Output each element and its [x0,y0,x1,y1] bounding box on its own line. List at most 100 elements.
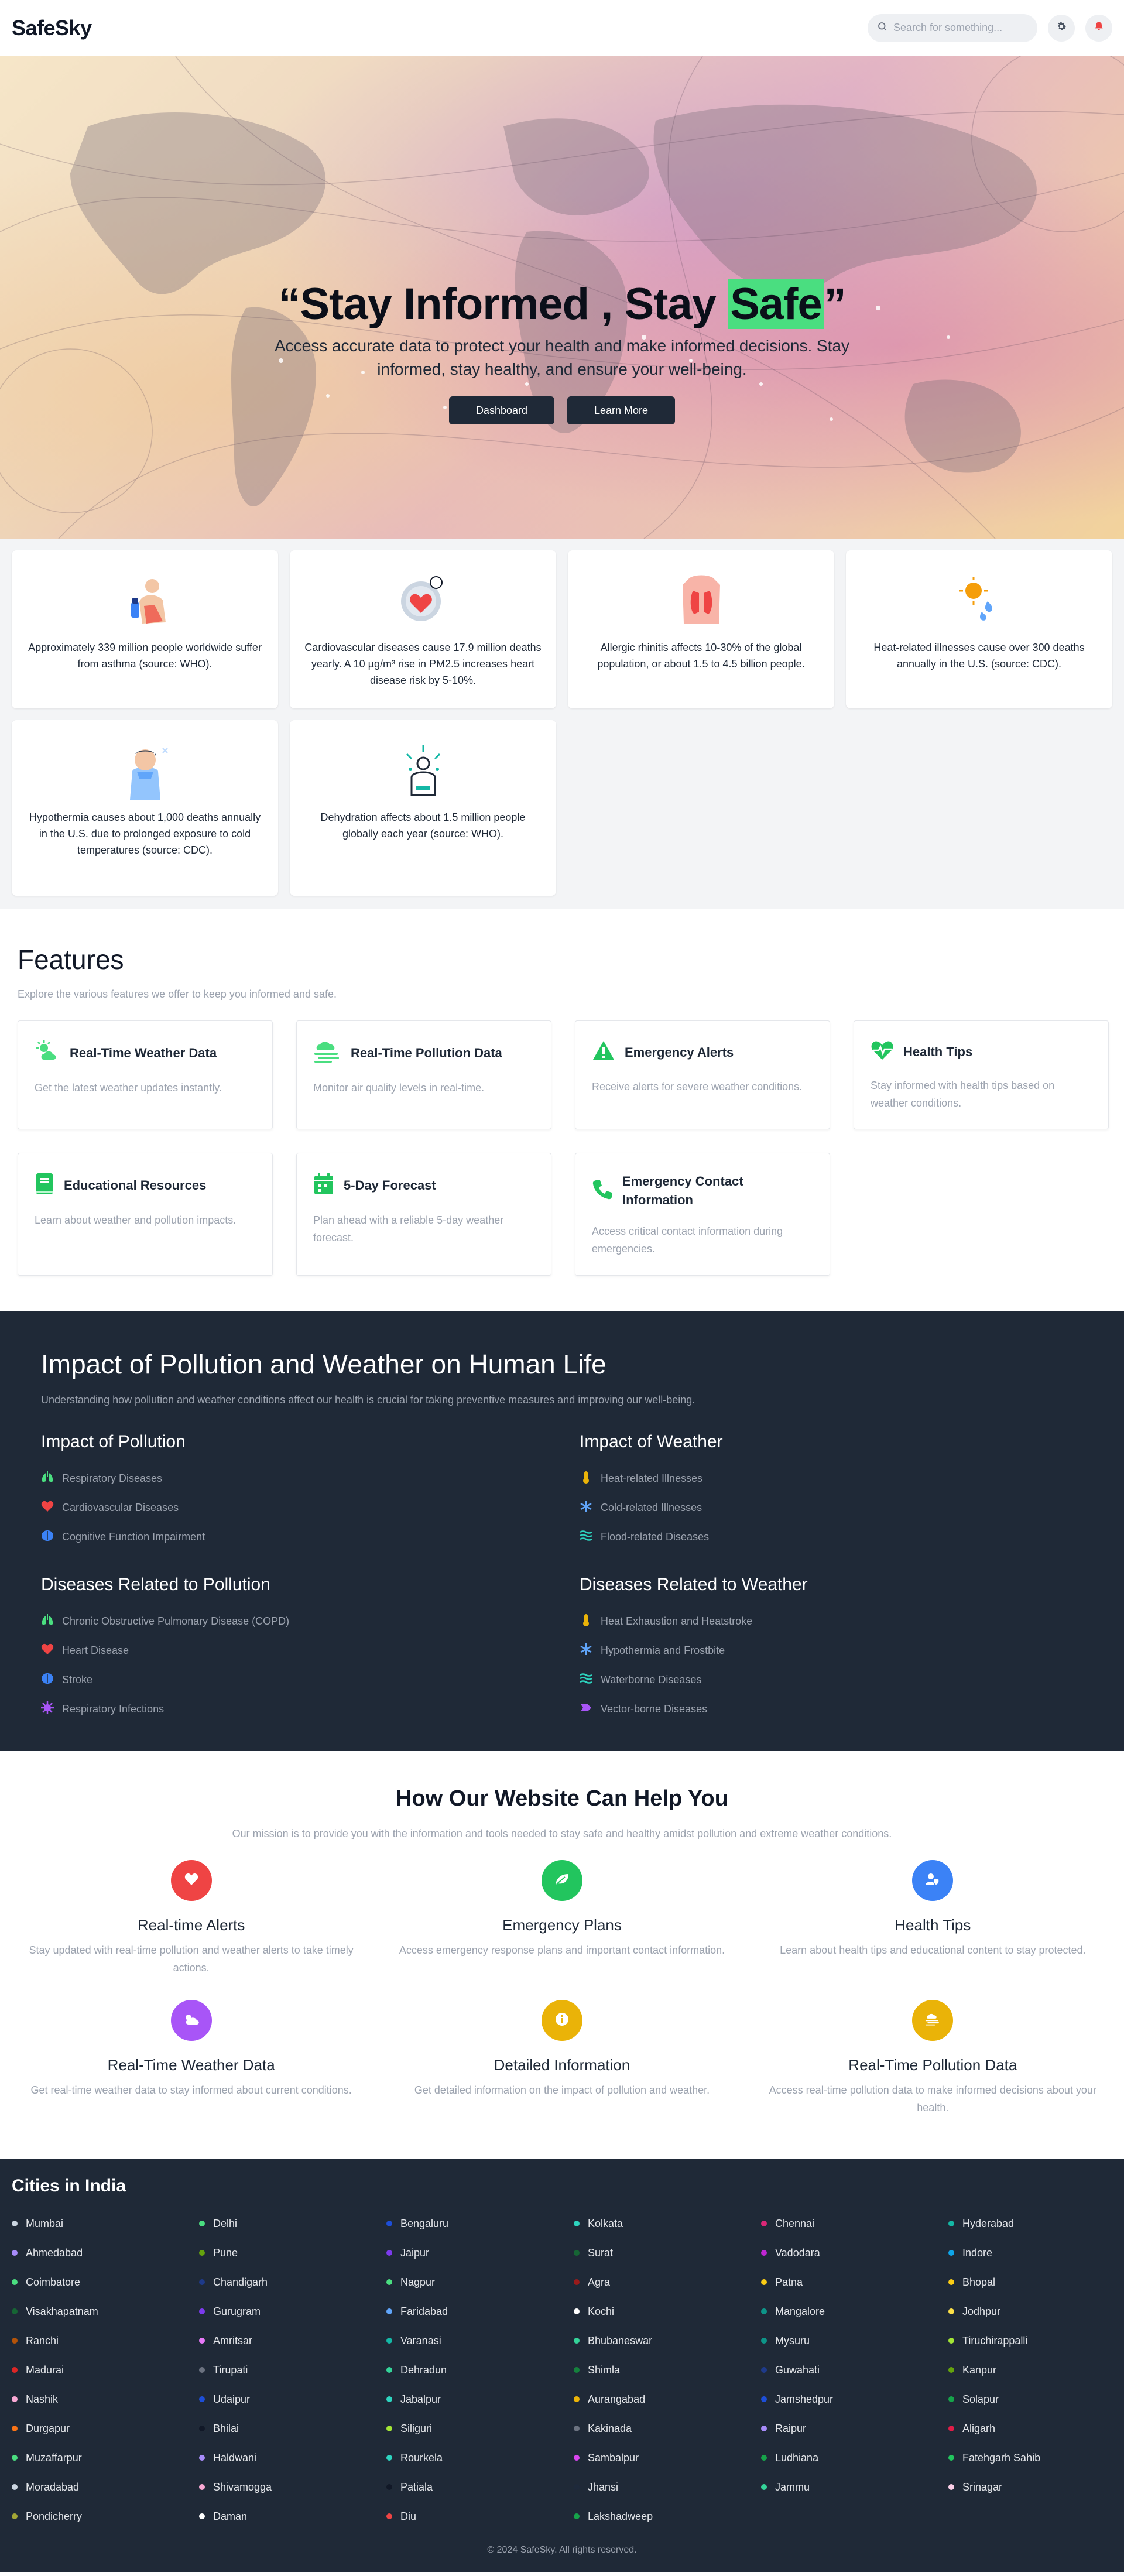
city-link[interactable]: Jhansi [574,2472,761,2502]
city-link[interactable]: Muzaffarpur [12,2443,199,2472]
city-link[interactable]: Kochi [574,2297,761,2326]
dashboard-button[interactable]: Dashboard [448,396,554,424]
city-link[interactable]: Delhi [199,2209,386,2238]
city-link[interactable]: Pune [199,2238,386,2267]
feature-title: Emergency Contact Information [622,1174,743,1207]
city-link[interactable]: Indore [948,2238,1124,2267]
city-link[interactable]: Kanpur [948,2355,1124,2385]
city-link[interactable]: Ranchi [12,2326,199,2355]
city-link[interactable]: Aligarh [948,2414,1124,2443]
city-link[interactable]: Mysuru [761,2326,948,2355]
city-link[interactable]: Varanasi [386,2326,574,2355]
city-link[interactable]: Madurai [12,2355,199,2385]
city-link[interactable]: Dehradun [386,2355,574,2385]
city-link[interactable]: Mumbai [12,2209,199,2238]
city-link[interactable]: Lakshadweep [574,2502,761,2531]
city-link[interactable]: Vadodara [761,2238,948,2267]
notifications-button[interactable] [1085,14,1112,42]
city-name: Indore [962,2246,993,2259]
city-link[interactable]: Diu [386,2502,574,2531]
city-link[interactable]: Patiala [386,2472,574,2502]
city-link[interactable]: Kolkata [574,2209,761,2238]
feature-card-alerts[interactable]: Emergency Alerts Receive alerts for seve… [575,1020,830,1129]
feature-card-health-tips[interactable]: Health Tips Stay informed with health ti… [854,1020,1109,1129]
city-link[interactable]: Ahmedabad [12,2238,199,2267]
brand-logo[interactable]: SafeSky [12,16,92,40]
city-link[interactable]: Sambalpur [574,2443,761,2472]
city-link[interactable]: Bengaluru [386,2209,574,2238]
city-link[interactable]: Patna [761,2267,948,2297]
city-name: Mumbai [26,2217,64,2229]
weather-diseases-heading: Diseases Related to Weather [580,1575,808,1594]
city-link[interactable]: Jabalpur [386,2385,574,2414]
city-link[interactable]: Udaipur [199,2385,386,2414]
feature-card-education[interactable]: Educational Resources Learn about weathe… [18,1153,273,1276]
city-name: Ludhiana [775,2451,819,2464]
search-box[interactable] [868,13,1037,42]
city-link[interactable]: Jamshedpur [761,2385,948,2414]
fact-card: Cardiovascular diseases cause 17.9 milli… [290,550,556,708]
feature-card-pollution[interactable]: Real-Time Pollution Data Monitor air qua… [296,1020,551,1129]
city-link[interactable]: Coimbatore [12,2267,199,2297]
city-name: Coimbatore [26,2276,81,2288]
city-link[interactable]: Daman [199,2502,386,2531]
city-link[interactable]: Durgapur [12,2414,199,2443]
city-name: Siliguri [400,2422,433,2434]
city-link[interactable]: Solapur [948,2385,1124,2414]
city-dot-icon [948,2250,954,2256]
city-link[interactable]: Tiruchirappalli [948,2326,1124,2355]
city-link[interactable]: Faridabad [386,2297,574,2326]
search-input[interactable] [893,22,1022,34]
city-link[interactable]: Haldwani [199,2443,386,2472]
city-link[interactable]: Gurugram [199,2297,386,2326]
city-name: Bhubaneswar [588,2334,653,2347]
settings-button[interactable] [1048,14,1075,42]
city-link[interactable]: Aurangabad [574,2385,761,2414]
city-link[interactable]: Bhubaneswar [574,2326,761,2355]
city-link[interactable]: Chandigarh [199,2267,386,2297]
city-link[interactable]: Raipur [761,2414,948,2443]
city-link[interactable]: Hyderabad [948,2209,1124,2238]
cloud-sun-icon [183,2013,200,2029]
city-dot-icon [574,2513,580,2519]
city-link[interactable]: Nagpur [386,2267,574,2297]
city-link[interactable]: Guwahati [761,2355,948,2385]
city-link[interactable]: Pondicherry [12,2502,199,2531]
city-link[interactable]: Siliguri [386,2414,574,2443]
city-link[interactable]: Bhilai [199,2414,386,2443]
city-link[interactable]: Srinagar [948,2472,1124,2502]
help-item-desc: Stay updated with real-time pollution an… [29,1944,354,1974]
water-icon [580,1530,592,1544]
city-link[interactable]: Moradabad [12,2472,199,2502]
feature-card-emergency-contact[interactable]: Emergency Contact Information Access cri… [575,1153,830,1276]
city-link[interactable]: Shivamogga [199,2472,386,2502]
city-link[interactable]: Jodhpur [948,2297,1124,2326]
thermometer-icon [580,1471,592,1486]
city-link[interactable]: Bhopal [948,2267,1124,2297]
city-link[interactable]: Amritsar [199,2326,386,2355]
city-dot-icon [761,2455,767,2461]
city-link[interactable]: Visakhapatnam [12,2297,199,2326]
city-link[interactable]: Ludhiana [761,2443,948,2472]
city-link[interactable]: Tirupati [199,2355,386,2385]
city-dot-icon [386,2396,392,2402]
heart-icon [394,567,453,631]
city-link[interactable]: Jammu [761,2472,948,2502]
city-link[interactable]: Agra [574,2267,761,2297]
city-link[interactable]: Surat [574,2238,761,2267]
feature-card-weather[interactable]: Real-Time Weather Data Get the latest we… [18,1020,273,1129]
city-link[interactable]: Chennai [761,2209,948,2238]
city-name: Udaipur [213,2393,251,2405]
city-dot-icon [761,2308,767,2314]
hero-buttons: Dashboard Learn More [0,396,1124,424]
city-link[interactable]: Fatehgarh Sahib [948,2443,1124,2472]
feature-card-forecast[interactable]: 5-Day Forecast Plan ahead with a reliabl… [296,1153,551,1276]
city-link[interactable]: Mangalore [761,2297,948,2326]
city-link[interactable]: Shimla [574,2355,761,2385]
city-link[interactable]: Rourkela [386,2443,574,2472]
city-link[interactable]: Kakinada [574,2414,761,2443]
city-link[interactable]: Nashik [12,2385,199,2414]
city-link[interactable]: Jaipur [386,2238,574,2267]
learn-more-button[interactable]: Learn More [567,396,676,424]
city-name: Surat [588,2246,614,2259]
